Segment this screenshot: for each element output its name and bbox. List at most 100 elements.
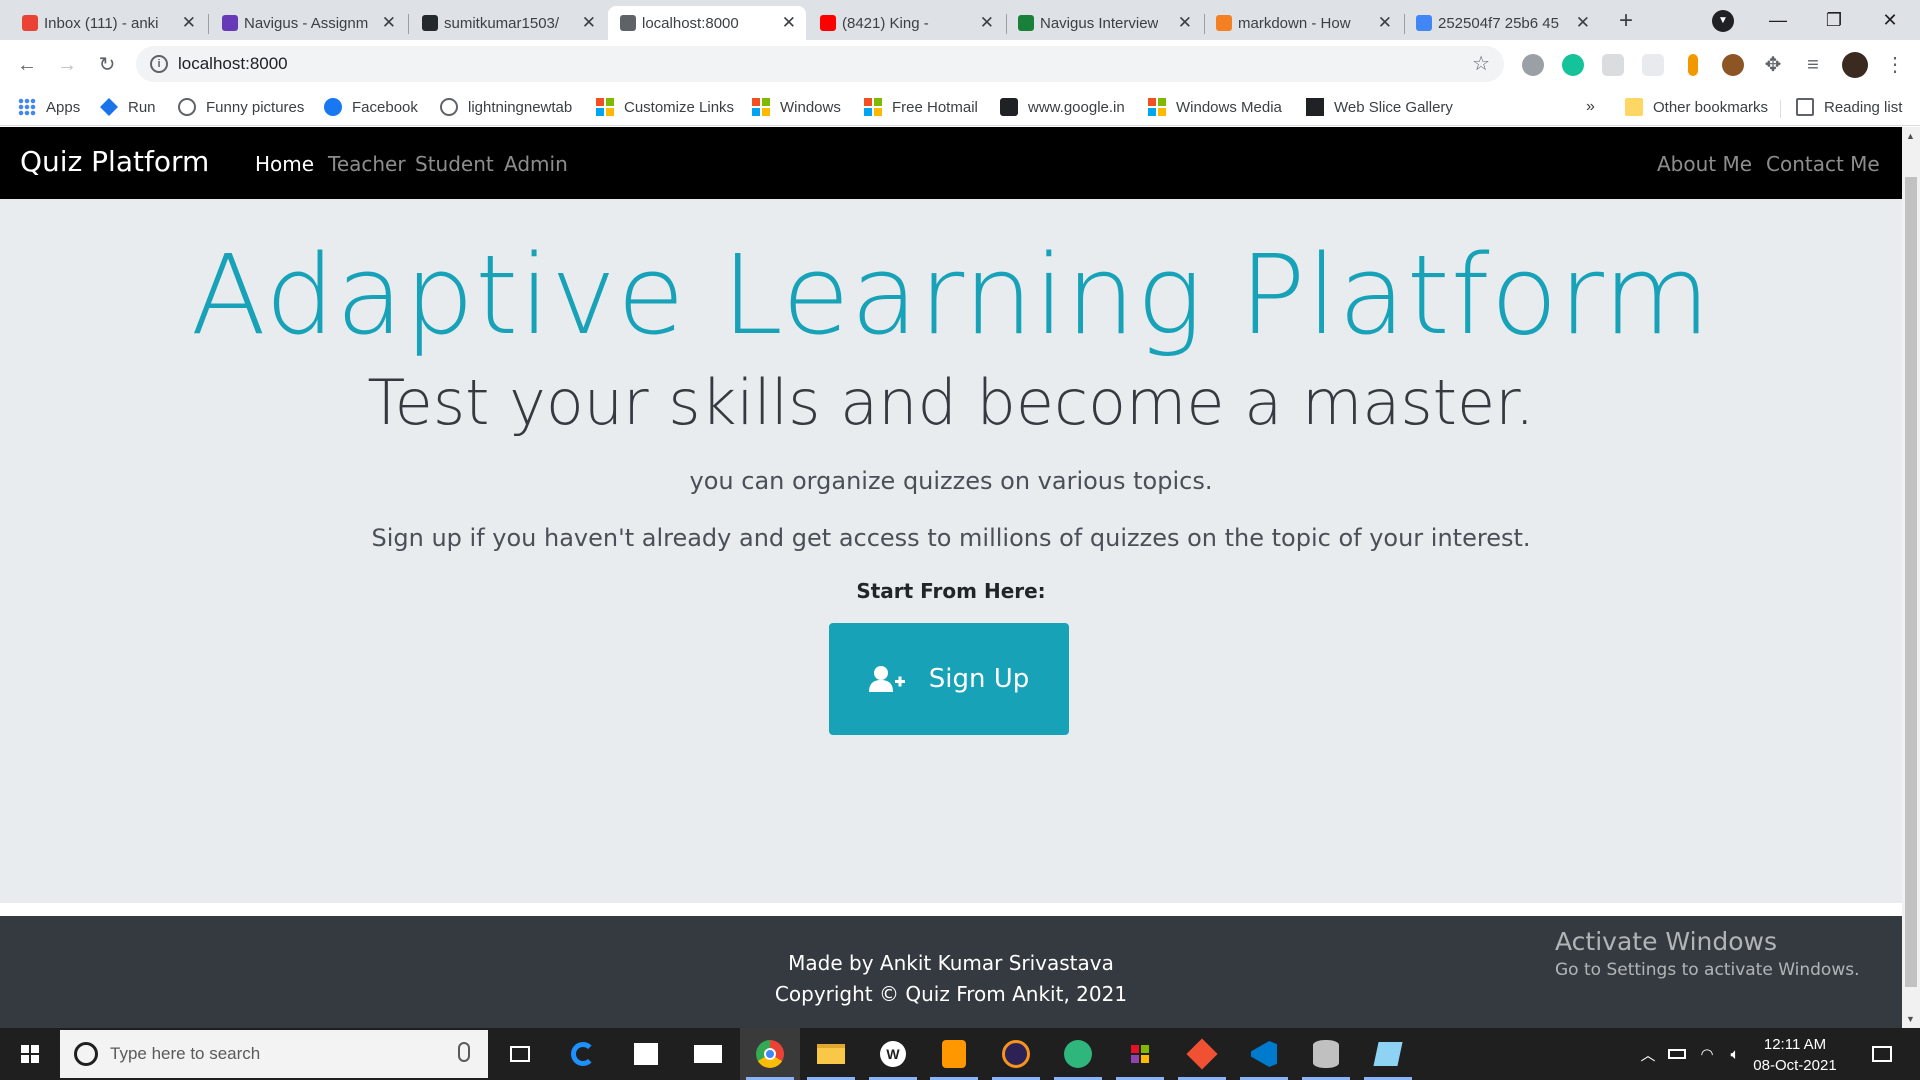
scroll-thumb[interactable] xyxy=(1905,177,1917,987)
grammarly-icon[interactable] xyxy=(1562,54,1584,76)
extensions-puzzle-icon[interactable]: ✥ xyxy=(1758,50,1788,80)
windows-icon xyxy=(864,98,882,116)
nav-teacher[interactable]: Teacher xyxy=(328,152,406,176)
browser-menu-icon[interactable]: ⋮ xyxy=(1880,50,1910,80)
nav-about-me[interactable]: About Me xyxy=(1657,152,1752,176)
browser-tab[interactable]: markdown - How ✕ xyxy=(1204,6,1402,40)
reading-list[interactable]: Reading list xyxy=(1796,98,1902,116)
store-icon[interactable] xyxy=(616,1028,676,1080)
edge-icon[interactable] xyxy=(553,1028,613,1080)
browser-tab[interactable]: sumitkumar1503/ ✕ xyxy=(410,6,606,40)
tab-title: 252504f7 25b6 45 xyxy=(1438,14,1559,32)
database-icon[interactable] xyxy=(1296,1028,1356,1080)
bookmark-item[interactable]: Run xyxy=(100,98,156,116)
nav-admin[interactable]: Admin xyxy=(504,152,568,176)
bookmark-label: Free Hotmail xyxy=(892,98,978,116)
mail-icon[interactable] xyxy=(678,1028,738,1080)
taskbar-search-placeholder: Type here to search xyxy=(110,1044,261,1063)
profile-avatar[interactable] xyxy=(1842,52,1868,78)
extension-a-icon[interactable] xyxy=(1602,54,1624,76)
minimize-icon[interactable]: — xyxy=(1750,0,1806,40)
tab-title: sumitkumar1503/ xyxy=(444,14,560,32)
bookmark-item[interactable]: Funny pictures xyxy=(178,98,304,116)
forward-icon[interactable]: → xyxy=(52,50,82,80)
tab-close-icon[interactable]: ✕ xyxy=(1178,13,1192,33)
cookie-extension-icon[interactable] xyxy=(1722,54,1744,76)
other-bookmarks[interactable]: Other bookmarks xyxy=(1625,98,1768,116)
wifi-icon[interactable]: ◠ xyxy=(1694,1028,1720,1080)
tab-close-icon[interactable]: ✕ xyxy=(1378,13,1392,33)
tray-expand-icon[interactable]: ︿ xyxy=(1636,1028,1660,1080)
address-url[interactable]: localhost:8000 xyxy=(178,54,288,74)
browser-tab[interactable]: Navigus - Assignm ✕ xyxy=(210,6,406,40)
nav-contact-me[interactable]: Contact Me xyxy=(1766,152,1880,176)
bookmark-item[interactable]: Windows Media xyxy=(1148,98,1282,116)
notepad-icon[interactable] xyxy=(1358,1028,1418,1080)
tab-title: markdown - How xyxy=(1238,14,1351,32)
address-bar[interactable]: i localhost:8000 ☆ xyxy=(136,46,1504,82)
word-app-icon[interactable]: W xyxy=(863,1028,923,1080)
restore-icon[interactable]: ❐ xyxy=(1806,0,1862,40)
bug-extension-icon[interactable] xyxy=(1522,54,1544,76)
close-window-icon[interactable]: ✕ xyxy=(1862,0,1918,40)
bookmark-item[interactable]: Customize Links xyxy=(596,98,734,116)
atom-icon[interactable] xyxy=(1048,1028,1108,1080)
media-control-icon[interactable]: ≡ xyxy=(1798,50,1828,80)
site-brand[interactable]: Quiz Platform xyxy=(20,145,209,178)
tab-close-icon[interactable]: ✕ xyxy=(182,13,196,33)
bookmark-item[interactable]: Facebook xyxy=(324,98,418,116)
nav-student[interactable]: Student xyxy=(415,152,494,176)
browser-tab[interactable]: Inbox (111) - anki ✕ xyxy=(10,6,206,40)
new-tab-button[interactable]: + xyxy=(1612,8,1640,36)
signup-button[interactable]: Sign Up xyxy=(829,623,1069,735)
taskbar-search[interactable]: Type here to search xyxy=(60,1030,488,1078)
file-explorer-icon[interactable] xyxy=(801,1028,861,1080)
notifications-icon[interactable] xyxy=(1862,1028,1902,1080)
sublime-text-icon[interactable] xyxy=(924,1028,984,1080)
tab-close-icon[interactable]: ✕ xyxy=(782,13,796,33)
document-icon xyxy=(1416,15,1432,31)
cortana-icon xyxy=(74,1042,98,1066)
back-icon[interactable]: ← xyxy=(12,50,42,80)
taskbar-clock[interactable]: 12:11 AM 08-Oct-2021 xyxy=(1752,1034,1838,1076)
bookmark-item[interactable]: Free Hotmail xyxy=(864,98,978,116)
page-scrollbar[interactable]: ▲ ▼ xyxy=(1902,127,1920,1028)
bookmarks-overflow-icon[interactable]: » xyxy=(1586,98,1595,116)
browser-tab-strip: Inbox (111) - anki ✕ Navigus - Assignm ✕ sum… xyxy=(0,0,1920,40)
extension-c-icon[interactable] xyxy=(1688,54,1698,76)
tab-close-icon[interactable]: ✕ xyxy=(980,13,994,33)
browser-tab[interactable]: (8421) King - ✕ xyxy=(808,6,1004,40)
folder-icon xyxy=(1625,98,1643,116)
browser-tab[interactable]: localhost:8000 ✕ xyxy=(608,6,806,40)
nav-home[interactable]: Home xyxy=(255,152,314,176)
winrar-icon[interactable] xyxy=(1110,1028,1170,1080)
eclipse-icon[interactable] xyxy=(986,1028,1046,1080)
task-view-icon[interactable] xyxy=(490,1028,550,1080)
site-info-icon[interactable]: i xyxy=(150,55,168,73)
footer-copyright: Copyright © Quiz From Ankit, 2021 xyxy=(774,982,1128,1006)
volume-icon[interactable]: 🔈︎ xyxy=(1722,1028,1748,1080)
bookmark-item[interactable]: Web Slice Gallery xyxy=(1306,98,1453,116)
tab-close-icon[interactable]: ✕ xyxy=(382,13,396,33)
battery-icon[interactable] xyxy=(1664,1028,1690,1080)
reading-list-label: Reading list xyxy=(1824,98,1903,116)
tab-close-icon[interactable]: ✕ xyxy=(582,13,596,33)
bookmark-star-icon[interactable]: ☆ xyxy=(1472,51,1490,76)
bookmark-item[interactable]: Windows xyxy=(752,98,841,116)
extension-b-icon[interactable] xyxy=(1642,54,1664,76)
tab-close-icon[interactable]: ✕ xyxy=(1576,13,1590,33)
browser-tab[interactable]: Navigus Interview ✕ xyxy=(1006,6,1202,40)
scroll-down-icon[interactable]: ▼ xyxy=(1906,1014,1915,1024)
vscode-icon[interactable] xyxy=(1234,1028,1294,1080)
chrome-icon[interactable] xyxy=(740,1028,800,1080)
bookmark-item[interactable]: Apps xyxy=(18,98,80,116)
git-icon[interactable] xyxy=(1172,1028,1232,1080)
bookmark-item[interactable]: www.google.in xyxy=(1000,98,1125,116)
start-button[interactable] xyxy=(0,1028,60,1080)
tab-search-icon[interactable]: ▼ xyxy=(1712,10,1734,32)
microphone-icon[interactable] xyxy=(458,1042,470,1062)
scroll-up-icon[interactable]: ▲ xyxy=(1906,131,1915,141)
browser-tab[interactable]: 252504f7 25b6 45 ✕ xyxy=(1404,6,1600,40)
reload-icon[interactable]: ↻ xyxy=(92,50,122,80)
bookmark-item[interactable]: lightningnewtab xyxy=(440,98,572,116)
